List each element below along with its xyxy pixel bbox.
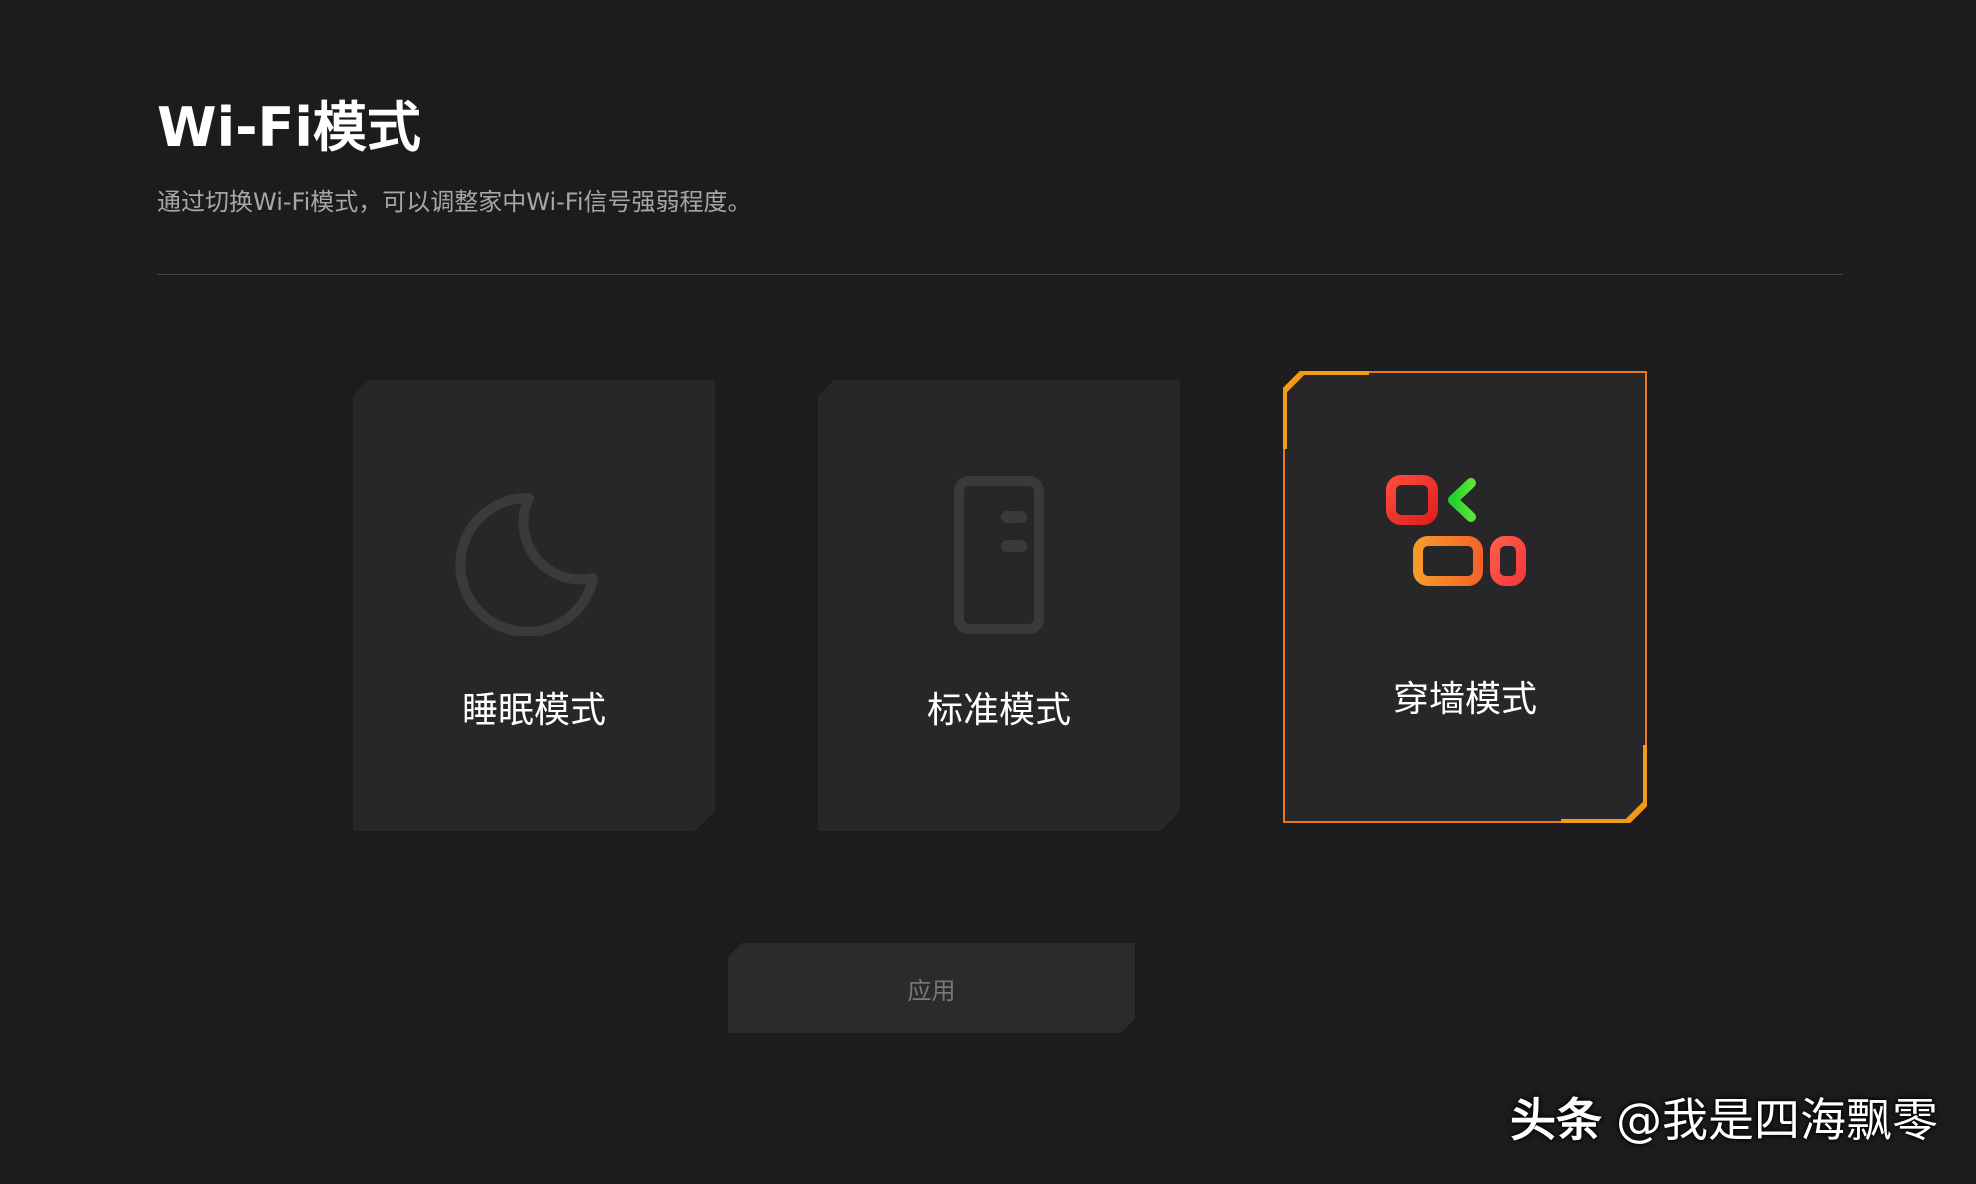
mode-card-label: 穿墙模式 — [1392, 679, 1537, 720]
watermark-brand: 头条 — [1510, 1093, 1602, 1147]
mode-card-standard[interactable]: 标准模式 — [818, 380, 1180, 831]
watermark-handle: @我是四海飘零 — [1616, 1093, 1938, 1147]
page-title: Wi-Fi模式 — [157, 96, 421, 159]
mode-card-label: 睡眠模式 — [461, 690, 606, 731]
page-subtitle: 通过切换Wi-Fi模式，可以调整家中Wi-Fi信号强弱程度。 — [157, 188, 752, 216]
apply-button[interactable]: 应用 — [728, 943, 1135, 1033]
moon-icon — [454, 476, 614, 636]
router-icon — [919, 476, 1079, 636]
mode-card-sleep[interactable]: 睡眠模式 — [353, 380, 715, 831]
mode-card-label: 标准模式 — [926, 690, 1071, 731]
mode-card-wall-penetration[interactable]: 穿墙模式 — [1283, 371, 1647, 823]
watermark: 头条 @我是四海飘零 — [1510, 1090, 1938, 1150]
header-divider — [157, 274, 1843, 275]
wall-penetration-icon — [1386, 475, 1526, 586]
